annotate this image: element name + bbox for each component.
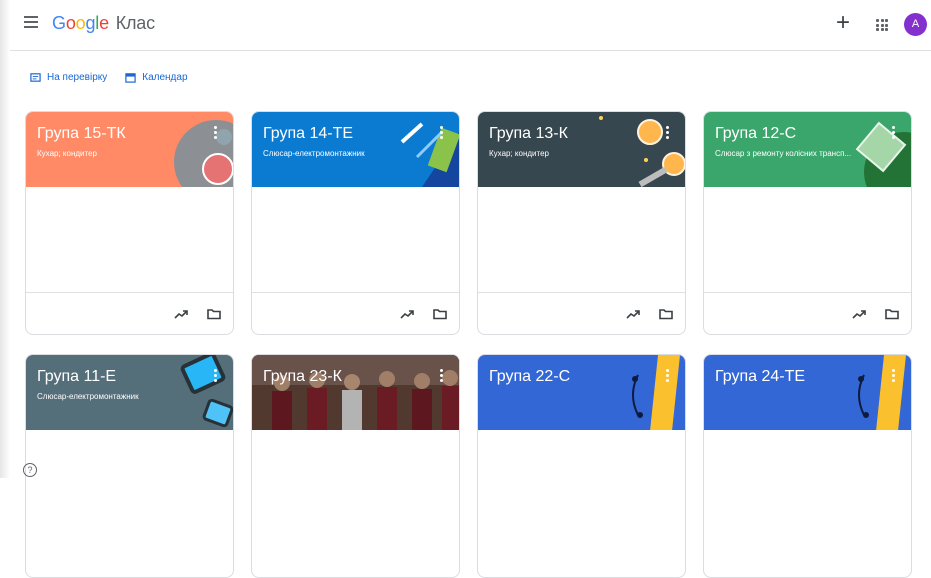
class-title[interactable]: Група 15-ТК (37, 125, 126, 143)
account-avatar[interactable]: A (904, 13, 927, 36)
card-footer (478, 292, 685, 334)
class-section: Слюсар-електромонтажник (263, 149, 365, 158)
class-banner[interactable]: Група 11-Е Слюсар-електромонтажник (26, 355, 233, 430)
to-review-label: На перевірку (47, 72, 108, 83)
class-banner[interactable]: Група 22-С (478, 355, 685, 430)
class-card[interactable]: Група 22-С (477, 354, 686, 578)
trending-icon[interactable] (851, 306, 867, 322)
class-title[interactable]: Група 12-С (715, 125, 796, 143)
class-title[interactable]: Група 22-С (489, 368, 570, 386)
to-review-link[interactable]: На перевірку (30, 72, 107, 83)
class-banner[interactable]: Група 12-С Слюсар з ремонту колісних тра… (704, 112, 911, 187)
class-card[interactable]: Група 14-ТЕ Слюсар-електромонтажник (251, 111, 460, 335)
class-title[interactable]: Група 24-ТЕ (715, 368, 805, 386)
more-options-icon[interactable] (440, 126, 443, 141)
class-title[interactable]: Група 13-К (489, 125, 568, 143)
folder-icon[interactable] (658, 306, 674, 322)
class-section: Слюсар з ремонту колісних трансп... (715, 149, 852, 158)
class-title[interactable]: Група 23-К (263, 368, 342, 386)
more-options-icon[interactable] (440, 369, 443, 384)
calendar-link[interactable]: Календар (125, 72, 188, 83)
class-banner[interactable]: Група 23-К (252, 355, 459, 430)
main-menu-icon[interactable] (24, 16, 38, 28)
calendar-label: Календар (142, 72, 188, 83)
class-section: Кухар; кондитер (37, 149, 97, 158)
card-footer (26, 292, 233, 334)
class-section: Кухар; кондитер (489, 149, 549, 158)
calendar-icon (125, 73, 136, 83)
review-icon (30, 73, 41, 82)
window-edge (0, 0, 10, 478)
google-apps-icon[interactable] (876, 19, 888, 31)
class-title[interactable]: Група 14-ТЕ (263, 125, 353, 143)
class-card[interactable]: Група 24-ТЕ (703, 354, 912, 578)
product-name: Клас (115, 13, 155, 33)
class-banner[interactable]: Група 14-ТЕ Слюсар-електромонтажник (252, 112, 459, 187)
app-logo[interactable]: Google Клас (52, 13, 155, 34)
class-banner[interactable]: Група 15-ТК Кухар; кондитер (26, 112, 233, 187)
class-banner[interactable]: Група 24-ТЕ (704, 355, 911, 430)
logo-letter: e (99, 13, 109, 33)
more-options-icon[interactable] (214, 126, 217, 141)
more-options-icon[interactable] (666, 126, 669, 141)
folder-icon[interactable] (206, 306, 222, 322)
help-icon[interactable]: ? (23, 463, 37, 477)
group-photo (252, 355, 459, 430)
add-class-button[interactable]: + (836, 11, 850, 35)
logo-letter: G (52, 13, 66, 33)
class-card[interactable]: Група 13-К Кухар; кондитер (477, 111, 686, 335)
trending-icon[interactable] (173, 306, 189, 322)
top-app-bar: Google Клас + A (10, 0, 931, 51)
class-title[interactable]: Група 11-Е (37, 368, 116, 386)
folder-icon[interactable] (884, 306, 900, 322)
class-banner[interactable]: Група 13-К Кухар; кондитер (478, 112, 685, 187)
class-card[interactable]: Група 15-ТК Кухар; кондитер (25, 111, 234, 335)
class-card[interactable]: Група 23-К (251, 354, 460, 578)
trending-icon[interactable] (625, 306, 641, 322)
class-card[interactable]: Група 12-С Слюсар з ремонту колісних тра… (703, 111, 912, 335)
more-options-icon[interactable] (892, 126, 895, 141)
folder-icon[interactable] (432, 306, 448, 322)
logo-letter: o (65, 13, 76, 33)
class-section: Слюсар-електромонтажник (37, 392, 139, 401)
music-illustration (858, 355, 906, 430)
logo-letter: o (75, 13, 86, 33)
card-footer (252, 292, 459, 334)
card-footer (704, 292, 911, 334)
music-illustration (632, 355, 680, 430)
trending-icon[interactable] (399, 306, 415, 322)
more-options-icon[interactable] (666, 369, 669, 384)
logo-letter: g (85, 13, 96, 33)
more-options-icon[interactable] (214, 369, 217, 384)
more-options-icon[interactable] (892, 369, 895, 384)
secondary-nav: На перевірку Календар (30, 72, 188, 83)
class-card[interactable]: Група 11-Е Слюсар-електромонтажник (25, 354, 234, 578)
